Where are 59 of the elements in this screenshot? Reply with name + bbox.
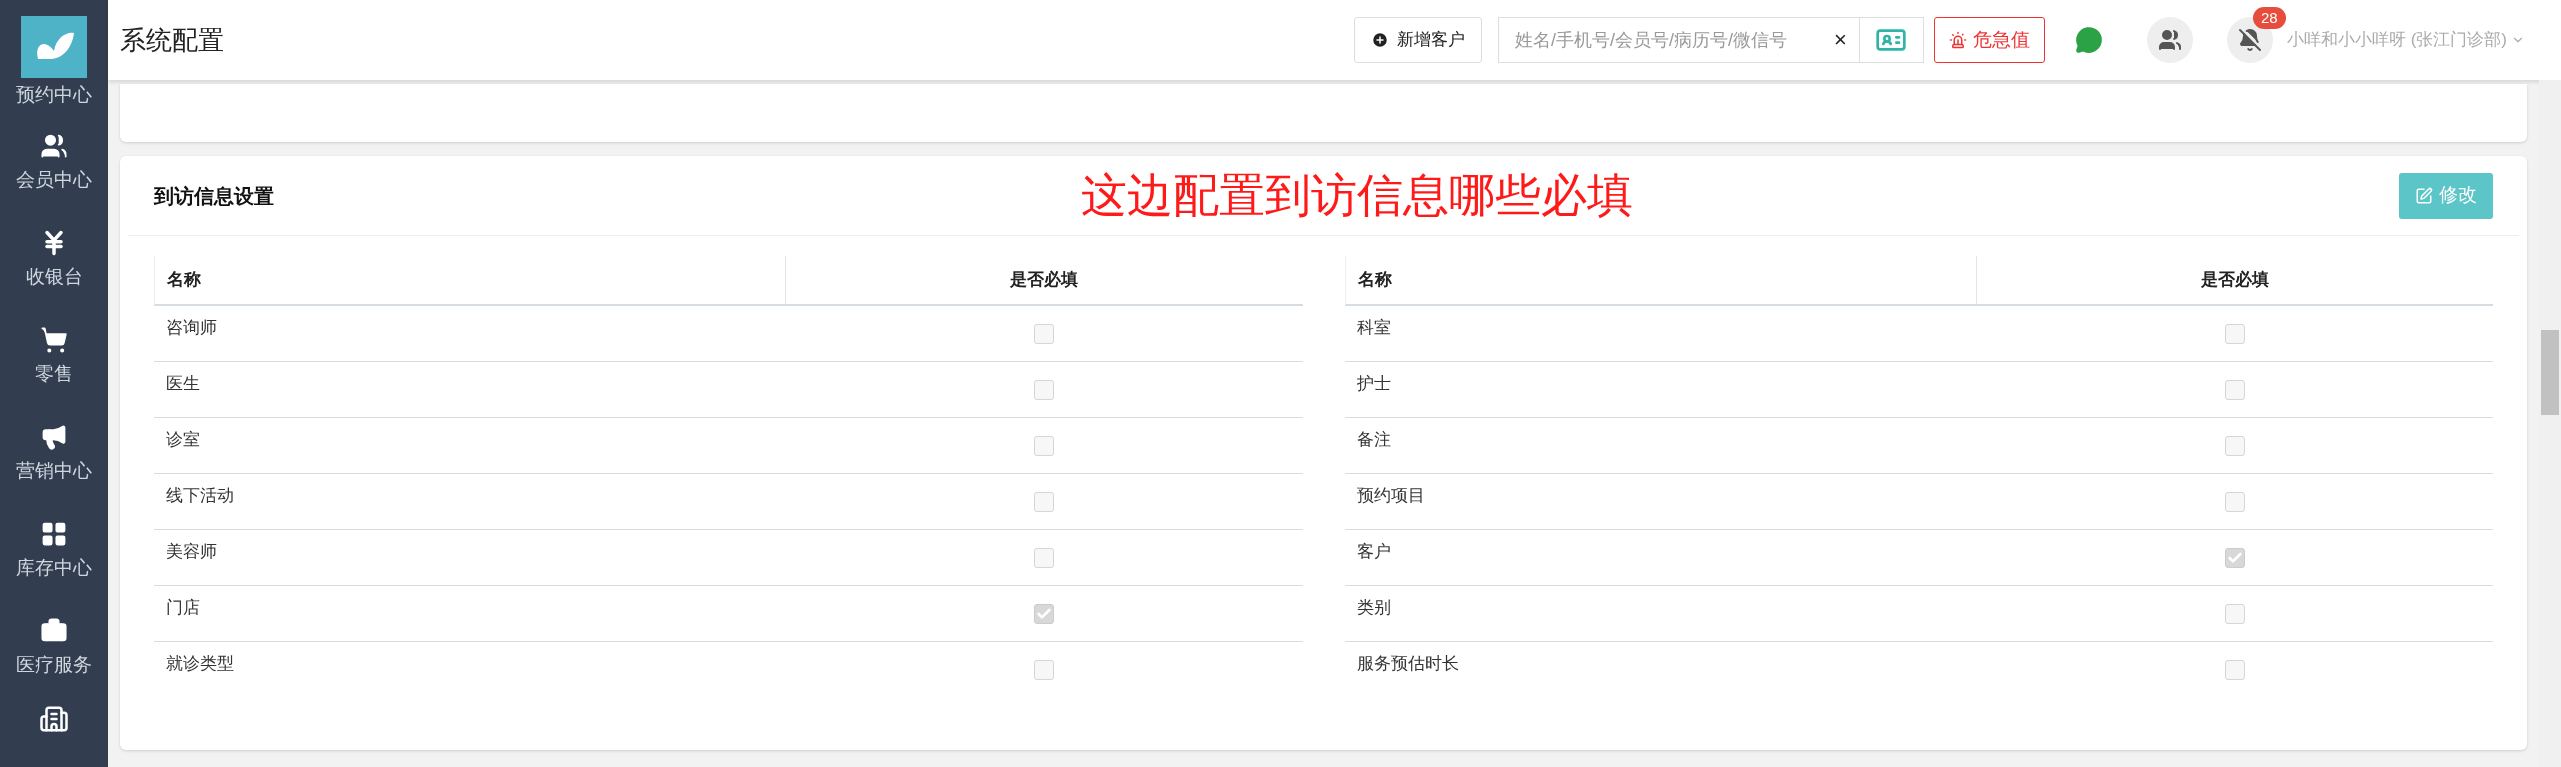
column-header: 是否必填 — [1009, 269, 1080, 292]
table-cell-text: 备注 — [1355, 428, 1392, 451]
sidebar-item[interactable]: 会员中心 — [16, 112, 92, 209]
id-card-button[interactable] — [1859, 17, 1924, 63]
table-cell-text: 护士 — [1355, 372, 1392, 395]
table-cell-text: 医生 — [165, 372, 201, 395]
cart-icon — [40, 326, 68, 354]
required-checkbox[interactable] — [2224, 603, 2245, 624]
required-checkbox[interactable] — [2224, 660, 2245, 680]
users-icon — [2157, 28, 2182, 52]
sidebar-item[interactable]: 预约中心 — [16, 76, 92, 112]
megaphone-icon — [40, 423, 68, 451]
required-checkbox[interactable] — [1034, 603, 1055, 624]
table-cell-text: 咨询师 — [165, 316, 218, 339]
table-cell-text: 线下活动 — [165, 484, 235, 507]
required-checkbox[interactable] — [2224, 491, 2245, 512]
page-title: 系统配置 — [120, 23, 224, 57]
required-checkbox[interactable] — [1034, 323, 1055, 344]
required-checkbox[interactable] — [2224, 323, 2245, 344]
section-title: 到访信息设置 — [154, 183, 274, 209]
bell-off-icon — [2237, 28, 2262, 52]
table-cell-text: 类别 — [1355, 596, 1392, 619]
critical-value-button[interactable]: 危急值 — [1933, 17, 2045, 63]
search-field[interactable]: 姓名/手机号/会员号/病历号/微信号 × — [1497, 17, 1860, 63]
required-checkbox[interactable] — [2224, 379, 2245, 400]
alarm-icon — [1948, 31, 1967, 49]
plus-circle-icon — [1370, 31, 1389, 49]
sidebar-item[interactable]: 营销中心 — [16, 403, 92, 500]
table-cell-text: 就诊类型 — [165, 653, 235, 676]
column-header: 名称 — [1345, 256, 1977, 304]
required-checkbox[interactable] — [1034, 435, 1055, 456]
table-cell-text: 预约项目 — [1355, 484, 1426, 507]
edit-icon — [2415, 186, 2433, 205]
required-checkbox[interactable] — [1034, 379, 1055, 400]
users-icon — [40, 132, 68, 160]
table-cell-text: 服务预估时长 — [1355, 653, 1460, 676]
new-customer-button[interactable]: 新增客户 — [1353, 17, 1482, 63]
required-checkbox[interactable] — [1034, 547, 1055, 568]
logo[interactable] — [21, 16, 87, 78]
sidebar-item[interactable]: 库存中心 — [16, 500, 92, 597]
table-cell-text: 客户 — [1355, 540, 1392, 563]
column-header: 是否必填 — [2199, 269, 2270, 292]
sidebar-item[interactable]: 零售 — [35, 306, 73, 403]
required-checkbox[interactable] — [2224, 435, 2245, 456]
required-checkbox[interactable] — [2224, 547, 2245, 568]
annotation-text: 这边配置到访信息哪些必填 — [1080, 168, 1633, 223]
required-checkbox[interactable] — [1034, 491, 1055, 512]
table-cell-text: 科室 — [1355, 316, 1392, 339]
sidebar-item[interactable]: 收银台 — [25, 209, 83, 306]
column-header: 名称 — [155, 256, 787, 304]
building-icon[interactable] — [39, 704, 69, 734]
table-cell-text: 诊室 — [165, 428, 201, 451]
notification-badge: 28 — [2252, 7, 2286, 29]
clear-button[interactable]: × — [1830, 29, 1851, 51]
required-checkbox[interactable] — [1034, 660, 1055, 680]
table-cell-text: 美容师 — [165, 540, 218, 563]
sidebar-item[interactable]: 医疗服务 — [16, 597, 92, 694]
table-cell-text: 门店 — [165, 596, 201, 619]
grid-icon — [40, 520, 68, 548]
